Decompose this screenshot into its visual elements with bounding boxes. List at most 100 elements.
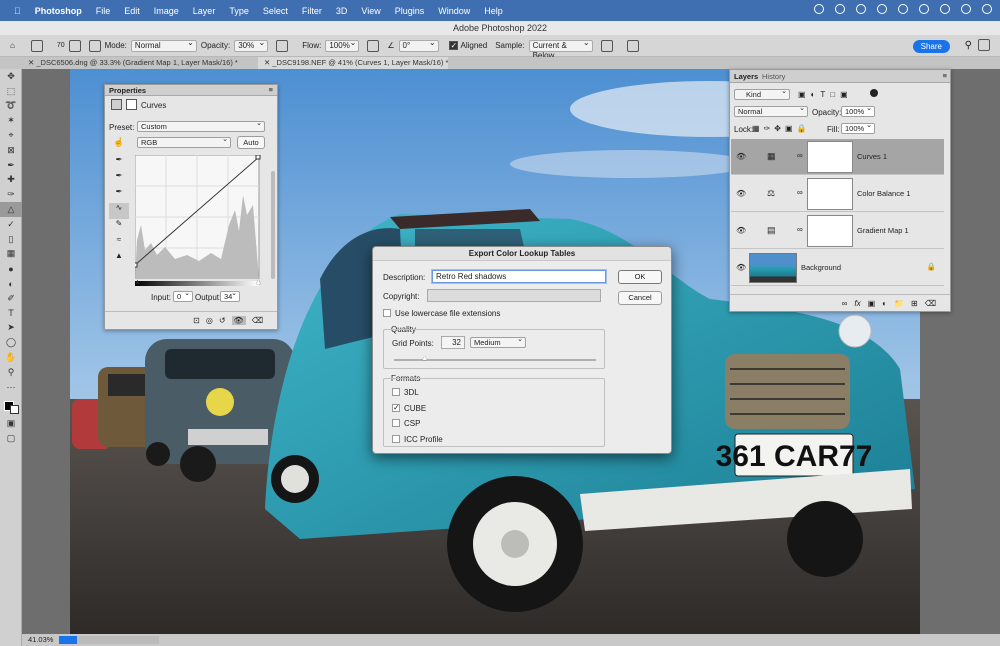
layer-row-background[interactable]: 👁 Background 🔒 [731,250,944,286]
layer-row-color-balance[interactable]: 👁 ⚖ ∞ Color Balance 1 [731,176,944,212]
layer-mask-thumbnail[interactable] [807,178,853,210]
move-tool-icon[interactable]: ✥ [0,69,22,84]
copyright-input[interactable] [427,289,601,302]
panel-scrollbar[interactable] [271,171,275,279]
curve-point[interactable] [255,155,261,160]
wifi-icon[interactable] [940,4,950,14]
link-icon[interactable]: ∞ [797,188,803,197]
layer-name[interactable]: Color Balance 1 [857,189,910,198]
sample-select[interactable]: Current & Below [528,38,593,60]
black-point-slider[interactable]: ▲ [134,279,141,286]
marquee-tool-icon[interactable]: ⬚ [0,84,22,99]
output-field[interactable]: 34 [220,289,240,302]
type-tool-icon[interactable]: T [0,306,22,321]
clone-source-icon[interactable] [88,39,101,52]
pen-tool-icon[interactable]: ✐ [0,291,22,306]
home-icon[interactable]: ⌂ [10,41,15,50]
path-select-tool-icon[interactable]: ➤ [0,321,22,336]
panel-menu-icon[interactable]: ≡ [943,71,947,80]
link-icon[interactable]: ∞ [797,151,803,160]
point-edit-icon[interactable]: ∿ [109,203,129,219]
channel-select[interactable]: RGB [137,135,231,148]
status-icon[interactable] [814,4,824,14]
lock-icons[interactable]: ▦✑✥▣🔒 [752,124,810,133]
clipping-warning-icon[interactable]: ▲ [109,251,129,267]
stamp-tool-icon[interactable] [30,39,43,52]
cancel-button[interactable]: Cancel [618,291,662,305]
workspace-icon[interactable] [978,39,990,51]
view-previous-icon[interactable]: ◎ [206,316,213,325]
search-icon[interactable] [961,4,971,14]
menu-view[interactable]: View [361,6,380,16]
add-mask-icon[interactable]: ▣ [868,299,876,308]
opacity-field[interactable]: 100% [841,104,875,117]
menu-plugins[interactable]: Plugins [395,6,425,16]
clip-to-layer-icon[interactable]: ⊡ [193,316,200,325]
lasso-tool-icon[interactable]: ➰ [0,99,22,114]
properties-tab[interactable]: Properties [109,86,146,95]
blend-mode-select[interactable]: Normal [734,104,808,117]
input-field[interactable]: 0 [173,289,193,302]
format-icc-checkbox[interactable] [392,435,400,443]
filter-icons[interactable]: ▣◐T□▣ [798,90,853,99]
visibility-eye-icon[interactable]: 👁 [736,189,746,198]
grid-points-input[interactable]: 32 [441,336,465,349]
status-icon[interactable] [835,4,845,14]
brush-size[interactable]: 70 [57,42,65,49]
zoom-tool-icon[interactable]: ⚲ [0,365,22,380]
color-swatches-icon[interactable] [0,395,22,417]
visibility-icon[interactable]: 👁 [231,316,246,325]
doc-tab-active[interactable]: ✕ _DSC9198.NEF @ 41% (Curves 1, Layer Ma… [258,57,448,69]
pencil-icon[interactable]: ✎ [109,219,129,235]
healing-tool-icon[interactable]: ✚ [0,173,22,188]
menu-file[interactable]: File [96,6,111,16]
history-brush-icon[interactable]: ✓ [0,217,22,232]
eyedropper-gray-icon[interactable]: ✒ [109,171,129,187]
reset-icon[interactable]: ↺ [219,316,226,325]
menu-image[interactable]: Image [154,6,179,16]
layer-name[interactable]: Background [801,263,841,272]
flow-select[interactable]: 100% [325,38,360,52]
curves-graph[interactable] [135,155,263,279]
layer-row-gradient-map[interactable]: 👁 ▤ ∞ Gradient Map 1 [731,213,944,249]
menu-3d[interactable]: 3D [336,6,348,16]
layer-row-curves[interactable]: 👁 ▦ ∞ Curves 1 [731,139,944,175]
eyedropper-white-icon[interactable]: ✒ [109,187,129,203]
pressure-size-icon[interactable] [626,39,639,52]
tab-history[interactable]: History [762,72,785,81]
eraser-tool-icon[interactable]: ▯ [0,232,22,247]
format-3dl-checkbox[interactable] [392,388,400,396]
ignore-adjustment-icon[interactable] [600,39,613,52]
menu-edit[interactable]: Edit [124,6,140,16]
layer-name[interactable]: Gradient Map 1 [857,226,909,235]
smooth-icon[interactable]: ≈ [109,235,129,251]
menu-window[interactable]: Window [438,6,470,16]
mask-icon[interactable] [126,99,137,110]
shape-tool-icon[interactable]: ◯ [0,335,22,350]
quick-select-tool-icon[interactable]: ✶ [0,113,22,128]
mode-select[interactable]: Normal [130,38,197,52]
clone-stamp-tool-icon[interactable]: △ [0,202,22,217]
opacity-select[interactable]: 30% [234,38,269,52]
new-group-icon[interactable]: 📁 [894,299,904,308]
quality-select[interactable]: Medium [470,335,526,348]
white-point-slider[interactable]: ▲ [255,279,262,286]
grid-points-slider-thumb[interactable]: ▲ [421,355,428,362]
description-input[interactable]: Retro Red shadows [432,270,606,283]
visibility-eye-icon[interactable]: 👁 [736,226,746,235]
timer-icon[interactable] [919,4,929,14]
brush-tool-icon[interactable]: ✑ [0,187,22,202]
format-cube-checkbox[interactable] [392,403,400,412]
screen-mode-icon[interactable]: ▢ [0,431,22,446]
trash-icon[interactable]: ⌫ [252,316,263,325]
menu-select[interactable]: Select [263,6,288,16]
format-csp-checkbox[interactable] [392,419,400,427]
tab-layers[interactable]: Layers [734,72,758,81]
menu-help[interactable]: Help [484,6,503,16]
new-adjustment-icon[interactable]: ◐ [882,299,887,308]
filter-kind-select[interactable]: Kind [734,87,790,100]
airbrush-icon[interactable] [367,39,380,52]
menu-app[interactable]: Photoshop [35,6,82,16]
eyedropper-tool-icon[interactable]: ✒ [0,158,22,173]
more-tools-icon[interactable]: ⋯ [0,380,22,395]
